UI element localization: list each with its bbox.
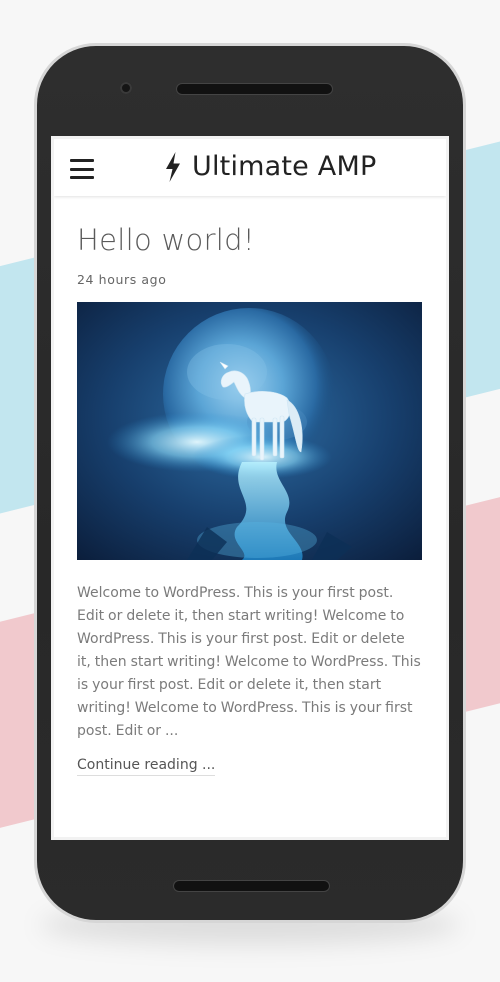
earpiece-speaker — [177, 84, 332, 94]
hamburger-menu-icon[interactable] — [70, 159, 94, 179]
site-title: Ultimate AMP — [192, 151, 377, 182]
front-camera — [120, 82, 132, 94]
lightning-bolt-icon — [166, 151, 180, 182]
app-header: Ultimate AMP — [54, 139, 446, 196]
phone-mockup: Ultimate AMP Hello world! 24 hours ago W… — [34, 43, 466, 923]
post-excerpt: Welcome to WordPress. This is your first… — [77, 585, 421, 739]
unicorn-under-moon-image[interactable] — [77, 302, 422, 560]
phone-bezel: Ultimate AMP Hello world! 24 hours ago W… — [37, 46, 463, 920]
bottom-speaker — [174, 881, 329, 891]
post-card: Hello world! 24 hours ago Welcome to Wor… — [54, 196, 446, 776]
continue-reading-link[interactable]: Continue reading ... — [77, 757, 216, 776]
page-background: Ultimate AMP Hello world! 24 hours ago W… — [0, 0, 500, 982]
phone-screen: Ultimate AMP Hello world! 24 hours ago W… — [51, 136, 449, 840]
post-timestamp: 24 hours ago — [77, 272, 167, 287]
site-brand[interactable]: Ultimate AMP — [164, 151, 376, 182]
post-title[interactable]: Hello world! — [77, 222, 423, 258]
